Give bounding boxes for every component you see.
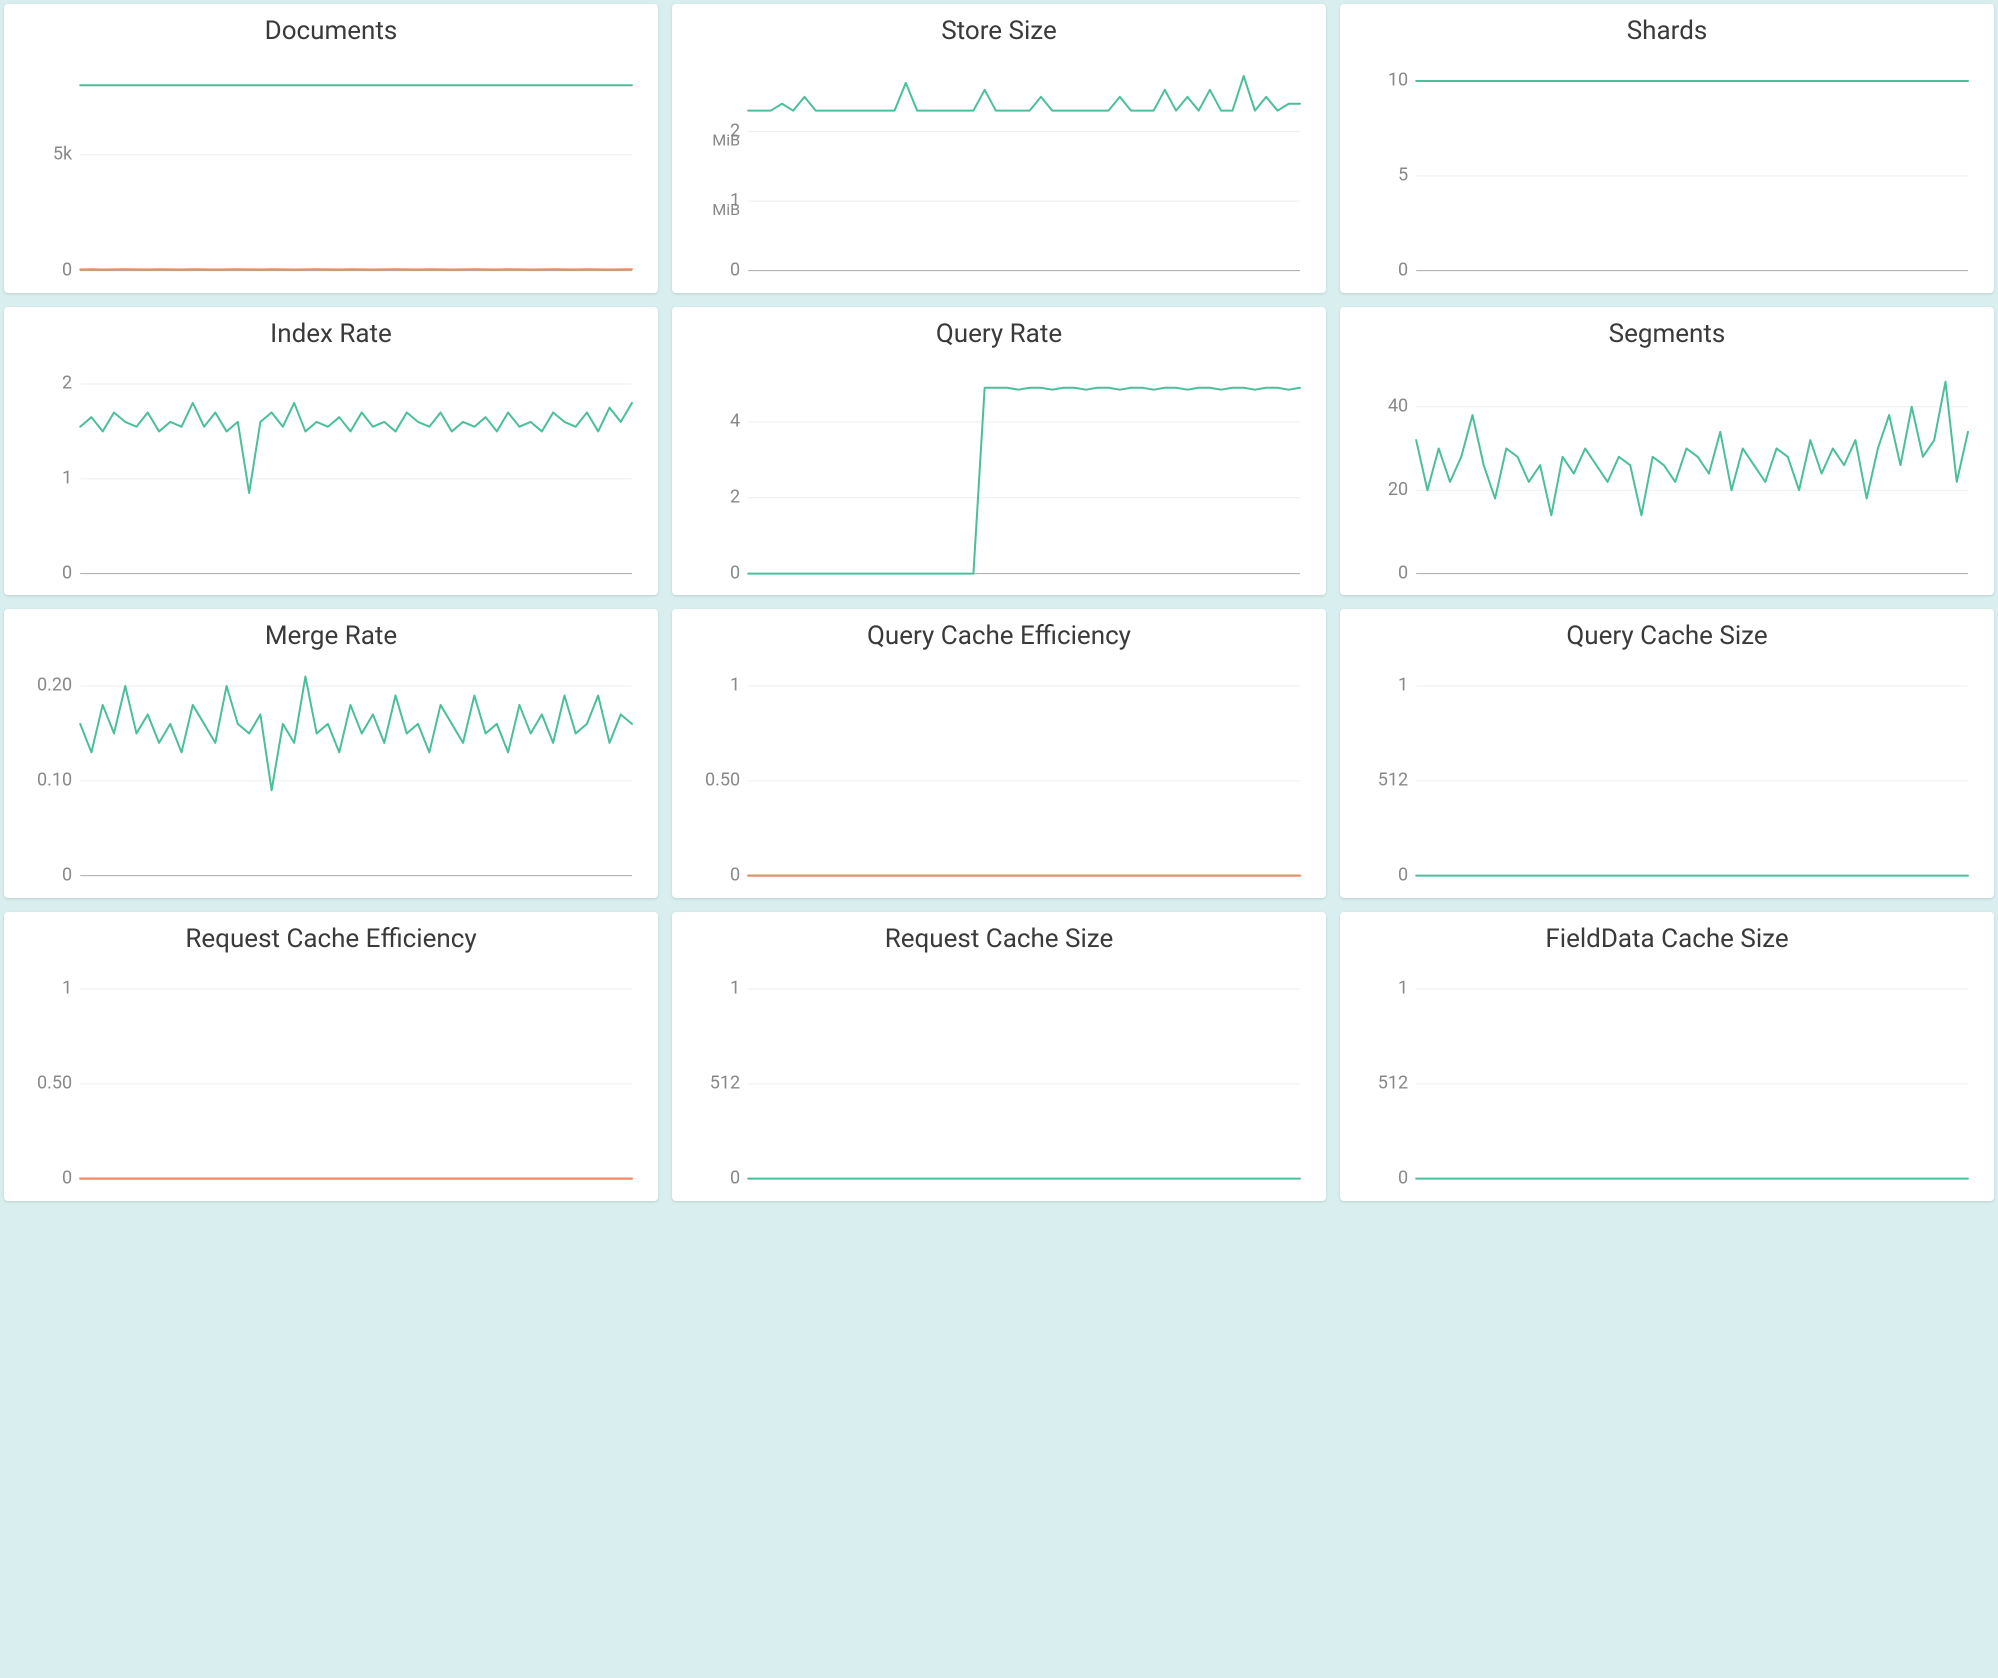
svg-text:0.20: 0.20	[37, 675, 72, 696]
dashboard-grid: Documents05kStore Size01MiB2MiBShards051…	[4, 4, 1994, 1201]
svg-text:0: 0	[62, 562, 72, 579]
panel-index-rate: Index Rate 0 1 2	[4, 307, 658, 596]
svg-text:0: 0	[62, 259, 72, 276]
svg-text:40: 40	[1388, 395, 1408, 416]
panel-title: FieldData Cache Size	[1356, 924, 1978, 954]
chart-area[interactable]: 0 2 4	[688, 359, 1310, 580]
svg-text:512: 512	[1378, 1073, 1408, 1094]
panel-title: Shards	[1356, 16, 1978, 46]
svg-text:MiB: MiB	[712, 200, 740, 219]
svg-text:5k: 5k	[53, 144, 73, 165]
panel-title: Store Size	[688, 16, 1310, 46]
panel-title: Query Cache Size	[1356, 621, 1978, 651]
svg-text:0: 0	[62, 1168, 72, 1185]
panel-merge-rate: Merge Rate 0 0.10 0.20	[4, 609, 658, 898]
chart-area[interactable]: 0 5 10	[1356, 56, 1978, 277]
series-segments	[1416, 381, 1968, 515]
series-merge	[80, 677, 632, 791]
svg-text:5: 5	[1398, 165, 1408, 186]
chart-area[interactable]: 0 512 1	[688, 964, 1310, 1185]
svg-text:0: 0	[1398, 562, 1408, 579]
panel-query-cache-efficiency: Query Cache Efficiency 0 0.50 1	[672, 609, 1326, 898]
chart-area[interactable]: 01MiB2MiB	[688, 56, 1310, 277]
svg-text:0: 0	[1398, 1168, 1408, 1185]
svg-text:0: 0	[1398, 259, 1408, 276]
chart-area[interactable]: 0 0.10 0.20	[20, 661, 642, 882]
panel-segments: Segments 0 20 40	[1340, 307, 1994, 596]
svg-text:2: 2	[730, 486, 740, 507]
panel-query-cache-size: Query Cache Size 0 512 1	[1340, 609, 1994, 898]
chart-area[interactable]: 0 1 2	[20, 359, 642, 580]
chart-area[interactable]: 0 512 1	[1356, 964, 1978, 1185]
panel-request-cache-efficiency: Request Cache Efficiency 0 0.50 1	[4, 912, 658, 1201]
svg-text:1: 1	[62, 978, 72, 999]
panel-title: Documents	[20, 16, 642, 46]
panel-title: Segments	[1356, 319, 1978, 349]
svg-text:1: 1	[730, 978, 740, 999]
panel-title: Request Cache Efficiency	[20, 924, 642, 954]
svg-text:1: 1	[1398, 978, 1408, 999]
svg-text:2: 2	[62, 372, 72, 393]
svg-text:0.50: 0.50	[705, 770, 740, 791]
svg-text:4: 4	[730, 410, 740, 431]
panel-store-size: Store Size 01MiB2MiB	[672, 4, 1326, 293]
chart-area[interactable]: 0 512 1	[1356, 661, 1978, 882]
panel-title: Query Rate	[688, 319, 1310, 349]
svg-text:0.10: 0.10	[37, 770, 72, 791]
chart-area[interactable]: 0 20 40	[1356, 359, 1978, 580]
svg-text:1: 1	[62, 467, 72, 488]
svg-text:512: 512	[710, 1073, 740, 1094]
svg-text:MiB: MiB	[712, 131, 740, 150]
series-query	[748, 387, 1300, 573]
svg-text:10: 10	[1388, 70, 1408, 91]
chart-area[interactable]: 0 0.50 1	[688, 661, 1310, 882]
panel-request-cache-size: Request Cache Size 0 512 1	[672, 912, 1326, 1201]
svg-text:1: 1	[730, 675, 740, 696]
svg-text:0: 0	[1398, 865, 1408, 882]
panel-title: Query Cache Efficiency	[688, 621, 1310, 651]
series-store	[748, 76, 1300, 111]
panel-title: Merge Rate	[20, 621, 642, 651]
series-index	[80, 403, 632, 493]
svg-text:20: 20	[1388, 479, 1408, 500]
svg-text:0: 0	[730, 259, 740, 276]
svg-text:0: 0	[730, 1168, 740, 1185]
panel-documents: Documents 0 5k	[4, 4, 658, 293]
panel-fielddata-cache-size: FieldData Cache Size 0 512 1	[1340, 912, 1994, 1201]
panel-title: Request Cache Size	[688, 924, 1310, 954]
svg-text:0: 0	[62, 865, 72, 882]
svg-text:0: 0	[730, 562, 740, 579]
svg-text:1: 1	[1398, 675, 1408, 696]
chart-area[interactable]: 0 0.50 1	[20, 964, 642, 1185]
panel-query-rate: Query Rate 0 2 4	[672, 307, 1326, 596]
svg-text:0: 0	[730, 865, 740, 882]
chart-area[interactable]: 0 5k	[20, 56, 642, 277]
panel-title: Index Rate	[20, 319, 642, 349]
svg-text:0.50: 0.50	[37, 1073, 72, 1094]
svg-text:512: 512	[1378, 770, 1408, 791]
panel-shards: Shards 0 5 10	[1340, 4, 1994, 293]
